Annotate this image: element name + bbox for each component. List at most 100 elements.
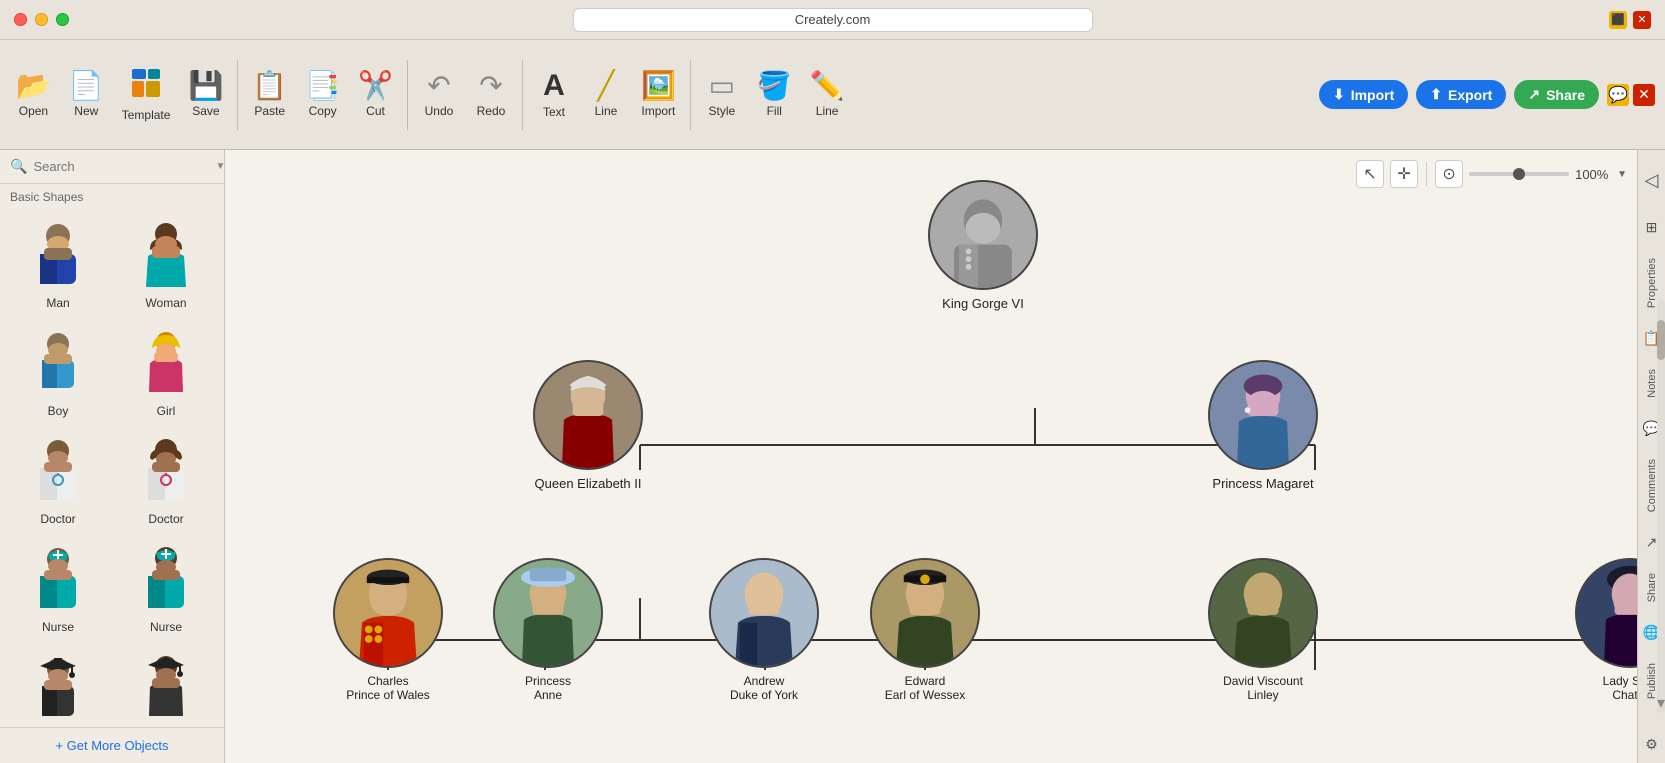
shape-grad-m[interactable]: Graduate: [6, 646, 110, 727]
style-button[interactable]: ▭ Style: [697, 66, 747, 124]
redo-label: Redo: [477, 104, 506, 118]
node-anne[interactable]: PrincessAnne: [493, 558, 603, 702]
cut-label: Cut: [366, 104, 385, 118]
canvas-controls: ↖ ✛ ⊙ 100% ▼: [1356, 160, 1627, 188]
save-icon: 💾: [188, 72, 223, 100]
import-btn[interactable]: ⬇ Import: [1319, 80, 1408, 109]
zoom-dropdown-icon[interactable]: ▼: [1617, 169, 1627, 180]
zoom-slider[interactable]: [1469, 172, 1569, 176]
toolbar: 📂 Open 📄 New Template 💾 Save 📋 Paste 📑 C…: [0, 40, 1665, 150]
template-button[interactable]: Template: [114, 61, 179, 128]
nurse-f-icon: [136, 546, 196, 616]
shape-girl[interactable]: Girl: [114, 322, 218, 426]
shape-boy[interactable]: Boy: [6, 322, 110, 426]
open-button[interactable]: 📂 Open: [8, 66, 59, 124]
shape-nurse-f[interactable]: Nurse: [114, 538, 218, 642]
node-king[interactable]: King Gorge VI: [928, 180, 1038, 311]
export-btn-label: Export: [1448, 87, 1492, 103]
doctor-m-icon: [28, 438, 88, 508]
open-label: Open: [19, 104, 48, 118]
right-panel-collapse-icon[interactable]: ◁: [1641, 160, 1663, 201]
url-bar[interactable]: Creately.com: [573, 8, 1093, 32]
line2-button[interactable]: ✏️ Line: [802, 66, 853, 124]
margaret-name: Princess Magaret: [1212, 476, 1313, 491]
right-panel-tab-share[interactable]: Share: [1642, 561, 1662, 614]
shape-woman[interactable]: Woman: [114, 214, 218, 318]
maximize-button[interactable]: [56, 13, 69, 26]
shape-nurse-m[interactable]: Nurse: [6, 538, 110, 642]
grad-f-icon: [136, 654, 196, 724]
right-panel-tab-comments[interactable]: Comments: [1642, 447, 1662, 524]
pointer-tool[interactable]: ↖: [1356, 160, 1384, 188]
main-canvas[interactable]: ↖ ✛ ⊙ 100% ▼: [225, 150, 1637, 763]
import-button[interactable]: 🖼️ Import: [633, 66, 684, 124]
zoom-track[interactable]: [1469, 172, 1569, 176]
edward-circle: [870, 558, 980, 668]
line-button[interactable]: ╱ Line: [581, 66, 631, 124]
girl-icon: [136, 330, 196, 400]
sara-circle: [1575, 558, 1637, 668]
import-icon: 🖼️: [641, 72, 676, 100]
node-edward[interactable]: EdwardEarl of Wessex: [870, 558, 980, 702]
share-btn[interactable]: ↗ Share: [1514, 80, 1599, 109]
tab-chat-icon[interactable]: 💬: [1607, 84, 1629, 106]
king-circle: [928, 180, 1038, 290]
cut-button[interactable]: ✂️ Cut: [350, 66, 401, 124]
search-input[interactable]: [33, 159, 209, 174]
export-btn[interactable]: ⬆ Export: [1416, 80, 1506, 109]
titlebar-actions: ⬛ ✕: [1609, 11, 1651, 29]
fill-label: Fill: [767, 104, 782, 118]
node-david[interactable]: David ViscountLinley: [1208, 558, 1318, 702]
right-panel-tab-notes[interactable]: Notes: [1642, 357, 1662, 410]
separator-4: [690, 60, 691, 130]
margaret-circle: [1208, 360, 1318, 470]
woman-label: Woman: [145, 296, 186, 310]
nurse-m-label: Nurse: [42, 620, 74, 634]
right-panel-tab-properties[interactable]: Properties: [1642, 246, 1662, 320]
man-icon: [28, 222, 88, 292]
toolbar-right: ⬇ Import ⬆ Export ↗ Share 💬 ✕: [1319, 80, 1655, 109]
right-panel-tab-publish[interactable]: Publish: [1642, 651, 1662, 711]
zoom-tool[interactable]: ⊙: [1435, 160, 1463, 188]
undo-button[interactable]: ↶ Undo: [414, 66, 464, 124]
new-label: New: [74, 104, 98, 118]
copy-button[interactable]: 📑 Copy: [297, 66, 348, 124]
shape-doctor-f[interactable]: Doctor: [114, 430, 218, 534]
right-panel-bottom-icon[interactable]: ⚙: [1641, 726, 1662, 763]
doctor-f-icon: [136, 438, 196, 508]
shape-man[interactable]: Man: [6, 214, 110, 318]
tab-x-icon[interactable]: ✕: [1633, 84, 1655, 106]
tab-minimize-icon[interactable]: ⬛: [1609, 11, 1627, 29]
node-andrew[interactable]: AndrewDuke of York: [709, 558, 819, 702]
zoom-thumb[interactable]: [1513, 168, 1525, 180]
text-button[interactable]: A Text: [529, 65, 579, 125]
line2-label: Line: [816, 104, 839, 118]
node-queen[interactable]: Queen Elizabeth II: [533, 360, 643, 491]
get-more-button[interactable]: + Get More Objects: [0, 727, 224, 763]
fill-button[interactable]: 🪣 Fill: [749, 66, 800, 124]
shape-grad-f[interactable]: Graduate: [114, 646, 218, 727]
line2-icon: ✏️: [810, 72, 845, 100]
shape-doctor-m[interactable]: Doctor: [6, 430, 110, 534]
save-button[interactable]: 💾 Save: [180, 66, 231, 124]
node-charles[interactable]: CharlesPrince of Wales: [333, 558, 443, 702]
minimize-button[interactable]: [35, 13, 48, 26]
new-button[interactable]: 📄 New: [61, 66, 112, 124]
node-margaret[interactable]: Princess Magaret: [1208, 360, 1318, 491]
new-icon: 📄: [69, 72, 104, 100]
close-button[interactable]: [14, 13, 27, 26]
move-tool[interactable]: ✛: [1390, 160, 1418, 188]
node-sara[interactable]: Lady SaraChatto: [1575, 558, 1637, 702]
redo-button[interactable]: ↷ Redo: [466, 66, 516, 124]
style-label: Style: [708, 104, 735, 118]
tab-close-icon[interactable]: ✕: [1633, 11, 1651, 29]
shapes-grid: Man Woman: [0, 208, 224, 727]
paste-button[interactable]: 📋 Paste: [244, 66, 295, 124]
doctor-m-label: Doctor: [40, 512, 75, 526]
copy-icon: 📑: [305, 72, 340, 100]
line-icon: ╱: [598, 72, 615, 100]
cut-icon: ✂️: [358, 72, 393, 100]
import-btn-icon: ⬇: [1333, 86, 1345, 103]
fill-icon: 🪣: [757, 72, 792, 100]
right-panel-properties-icon[interactable]: ⊞: [1642, 209, 1662, 246]
